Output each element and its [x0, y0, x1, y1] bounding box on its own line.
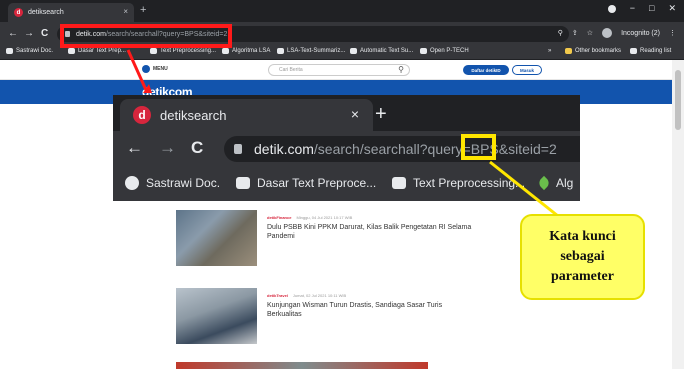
- yellow-pointer-line: [489, 160, 559, 218]
- annotation-callout: Kata kunci sebagai parameter: [520, 214, 645, 300]
- url-highlight-box: [60, 24, 232, 48]
- screenshot-stage: d detiksearch × + − □ ✕ ← → C detik.com /…: [0, 0, 684, 369]
- query-highlight-box: [461, 134, 496, 160]
- red-pointer-line: [126, 49, 148, 91]
- annotation-arrows: [126, 49, 559, 218]
